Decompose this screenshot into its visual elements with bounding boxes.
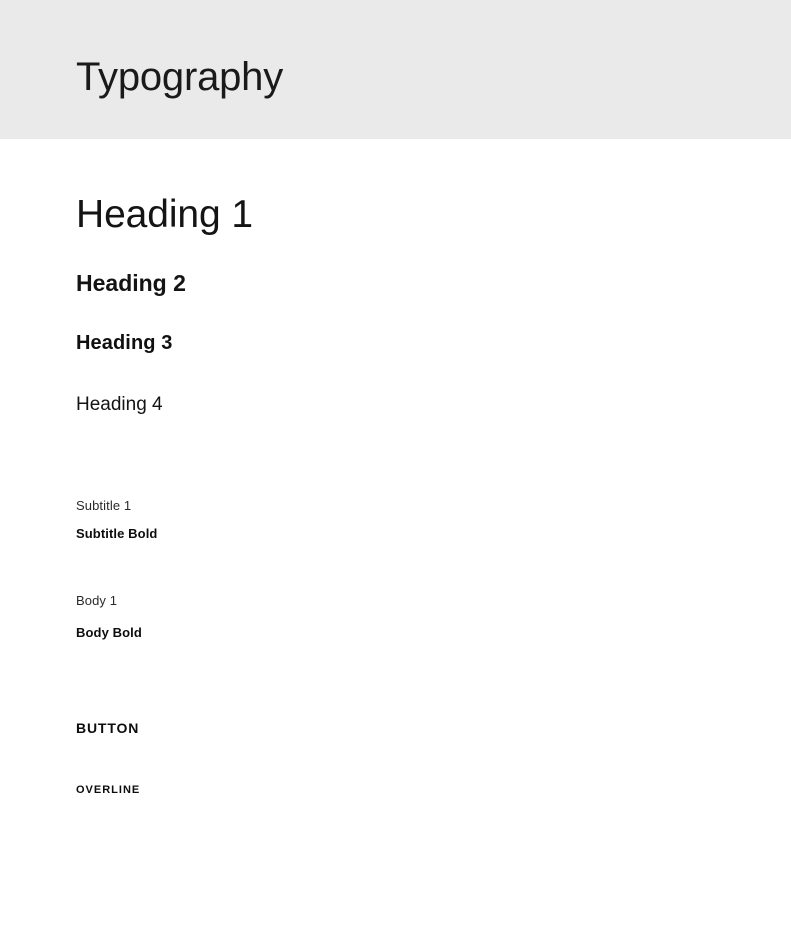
specimen-body-1: Body 1: [76, 593, 118, 608]
specimen-body-bold: Body Bold: [76, 625, 142, 640]
typography-page: Typography Heading 1 Heading 2 Heading 3…: [0, 0, 791, 948]
page-title: Typography: [76, 55, 284, 99]
specimen-subtitle-bold: Subtitle Bold: [76, 526, 158, 541]
specimen-subtitle-1: Subtitle 1: [76, 498, 132, 513]
specimen-heading-1: Heading 1: [76, 193, 253, 236]
specimen-heading-4: Heading 4: [76, 394, 163, 415]
specimen-button-text: BUTTON: [76, 720, 140, 736]
specimen-overline: OVERLINE: [76, 784, 141, 796]
specimen-heading-3: Heading 3: [76, 332, 173, 354]
specimen-heading-2: Heading 2: [76, 270, 186, 296]
page-header: Typography: [0, 0, 791, 139]
